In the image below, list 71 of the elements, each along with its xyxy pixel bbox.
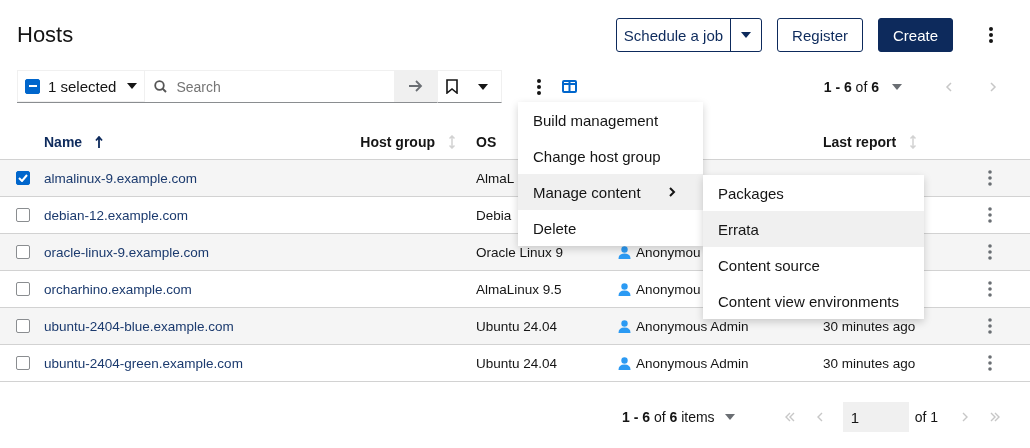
user-icon: [618, 282, 631, 296]
search-icon: [154, 80, 168, 93]
bulk-checkbox[interactable]: [25, 78, 40, 94]
owner-cell: Anonymous Admin: [636, 318, 749, 334]
row-checkbox[interactable]: [16, 171, 30, 185]
action-button[interactable]: Register: [777, 18, 863, 52]
menu-item[interactable]: Content view environments: [703, 283, 924, 319]
last-report-cell: 30 minutes ago: [823, 355, 916, 371]
row-kebab-icon[interactable]: [987, 355, 993, 371]
row-kebab-icon[interactable]: [987, 207, 993, 223]
search-field[interactable]: Search: [176, 71, 387, 102]
menu-item[interactable]: Change host group: [518, 138, 703, 174]
menu-item[interactable]: Errata: [703, 211, 924, 247]
page-title: Hosts: [17, 22, 74, 48]
page-number-field[interactable]: 1: [842, 402, 909, 432]
arrow-right-icon: [408, 80, 424, 92]
row-kebab-icon[interactable]: [987, 170, 993, 186]
menu-item[interactable]: Build management: [518, 102, 703, 138]
os-cell: Ubuntu 24.04: [476, 318, 558, 334]
os-cell: Debia: [476, 207, 512, 223]
row-kebab-icon[interactable]: [987, 318, 993, 334]
kebab-menu-icon[interactable]: [536, 78, 543, 95]
host-name-link[interactable]: orcharhino.example.com: [44, 281, 192, 297]
host-name-link[interactable]: debian-12.example.com: [44, 207, 189, 223]
user-icon: [618, 245, 631, 259]
schedule-split-button[interactable]: Schedule a job: [615, 18, 763, 52]
kebab-menu-icon[interactable]: [988, 27, 994, 43]
owner-cell: Anonymous Admin: [636, 355, 749, 371]
bookmark-dropdown[interactable]: [437, 70, 503, 103]
split-button-label[interactable]: Schedule a job: [616, 19, 732, 51]
last-report-cell: 30 minutes ago: [823, 318, 916, 334]
action-button[interactable]: Create: [877, 18, 953, 52]
column-header[interactable]: Host group: [360, 134, 435, 150]
host-name-link[interactable]: oracle-linux-9.example.com: [44, 244, 210, 260]
search-submit-button[interactable]: [394, 70, 438, 103]
bookmark-icon: [446, 79, 459, 94]
os-cell: Oracle Linux 9: [476, 244, 564, 260]
owner-cell: Anonymou: [636, 244, 701, 260]
row-checkbox[interactable]: [16, 208, 30, 222]
caret-icon[interactable]: [127, 83, 138, 89]
columns-icon[interactable]: [562, 80, 578, 93]
menu-item[interactable]: Manage content: [518, 174, 703, 210]
host-name-link[interactable]: ubuntu-2404-green.example.com: [44, 355, 243, 371]
os-cell: AlmaL: [476, 170, 515, 186]
page-count: of 1: [914, 409, 938, 425]
menu-item[interactable]: Packages: [703, 175, 924, 211]
owner-cell: Anonymou: [636, 281, 701, 297]
pagination-range[interactable]: 1 - 6 of 6 items: [622, 409, 715, 425]
menu-item[interactable]: Delete: [518, 210, 703, 246]
column-header[interactable]: Last report: [823, 134, 897, 150]
row-checkbox[interactable]: [16, 356, 30, 370]
column-header[interactable]: Name: [44, 134, 83, 150]
caret-icon[interactable]: [740, 31, 753, 39]
row-checkbox[interactable]: [16, 319, 30, 333]
os-cell: Ubuntu 24.04: [476, 355, 558, 371]
menu-item[interactable]: Content source: [703, 247, 924, 283]
row-kebab-icon[interactable]: [987, 281, 993, 297]
row-kebab-icon[interactable]: [987, 244, 993, 260]
os-cell: AlmaLinux 9.5: [476, 281, 562, 297]
caret-icon: [478, 83, 489, 90]
chevron-right-icon: [668, 186, 676, 198]
user-icon: [618, 356, 631, 370]
host-name-link[interactable]: ubuntu-2404-blue.example.com: [44, 318, 234, 334]
column-header[interactable]: OS: [476, 134, 497, 150]
host-name-link[interactable]: almalinux-9.example.com: [44, 170, 198, 186]
sort-ascending-icon[interactable]: [95, 135, 104, 149]
user-icon: [618, 319, 631, 333]
pagination-range[interactable]: 1 - 6 of 6: [823, 78, 879, 95]
bulk-select[interactable]: 1 selected: [17, 70, 146, 103]
row-checkbox[interactable]: [16, 245, 30, 259]
row-checkbox[interactable]: [16, 282, 30, 296]
